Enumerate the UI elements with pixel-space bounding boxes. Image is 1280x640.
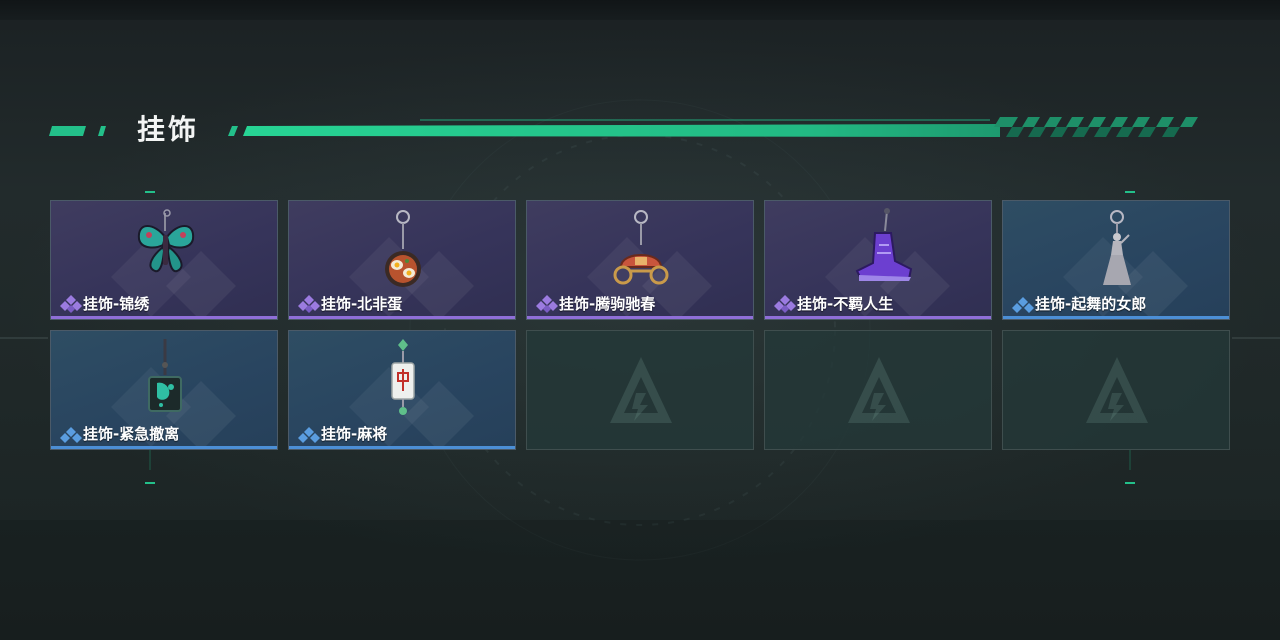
rarity-blue-icon bbox=[60, 427, 82, 443]
item-card-jinxiu[interactable]: 挂饰-锦绣 bbox=[50, 200, 278, 320]
frame-mark-bottom-right bbox=[1125, 482, 1135, 484]
frame-mark-top-right bbox=[1125, 191, 1135, 193]
empty-slot bbox=[764, 330, 992, 450]
item-label: 挂饰-腾驹驰春 bbox=[559, 295, 656, 313]
carriage-charm-icon bbox=[613, 210, 669, 285]
butterfly-charm-icon bbox=[137, 209, 195, 273]
item-label: 挂饰-起舞的女郎 bbox=[1035, 295, 1147, 313]
item-label: 挂饰-紧急撤离 bbox=[83, 425, 180, 443]
rarity-purple-icon bbox=[60, 295, 82, 313]
item-label: 挂饰-北非蛋 bbox=[321, 295, 403, 313]
rarity-purple-icon bbox=[298, 295, 320, 313]
rarity-underline bbox=[51, 446, 277, 449]
item-card-qiwudenvlang[interactable]: 挂饰-起舞的女郎 bbox=[1002, 200, 1230, 320]
empty-slot bbox=[1002, 330, 1230, 450]
rarity-underline bbox=[51, 316, 277, 319]
rarity-underline bbox=[289, 316, 515, 319]
game-logo-placeholder-icon bbox=[848, 357, 910, 423]
item-label: 挂饰-锦绣 bbox=[83, 295, 150, 313]
rarity-underline bbox=[1003, 316, 1229, 319]
item-card-tengjuchichun[interactable]: 挂饰-腾驹驰春 bbox=[526, 200, 754, 320]
section-header-bar bbox=[49, 117, 1198, 137]
item-label: 挂饰-不羁人生 bbox=[797, 295, 894, 313]
item-card-bujirensheng[interactable]: 挂饰-不羁人生 bbox=[764, 200, 992, 320]
empty-slot bbox=[526, 330, 754, 450]
shakshuka-pan-charm-icon bbox=[385, 210, 421, 287]
item-card-beifeidan[interactable]: 挂饰-北非蛋 bbox=[288, 200, 516, 320]
rarity-underline bbox=[527, 316, 753, 319]
rarity-purple-icon bbox=[536, 295, 558, 313]
item-card-majiang[interactable]: 挂饰-麻将 bbox=[288, 330, 516, 450]
sneaker-charm-icon bbox=[855, 208, 913, 281]
rarity-underline bbox=[289, 446, 515, 449]
rarity-purple-icon bbox=[774, 295, 796, 313]
dancer-figurine-charm-icon bbox=[1103, 210, 1131, 285]
item-card-jinjichelí[interactable]: 挂饰-紧急撤离 bbox=[50, 330, 278, 450]
item-label: 挂饰-麻将 bbox=[321, 425, 388, 443]
frame-mark-bottom-left bbox=[145, 482, 155, 484]
rarity-underline bbox=[765, 316, 991, 319]
rarity-blue-icon bbox=[1012, 297, 1034, 313]
teal-tag-charm-icon bbox=[148, 339, 182, 412]
game-logo-placeholder-icon bbox=[610, 357, 672, 423]
rarity-blue-icon bbox=[298, 427, 320, 443]
game-logo-placeholder-icon bbox=[1086, 357, 1148, 423]
frame-mark-top-left bbox=[145, 191, 155, 193]
mahjong-tile-charm-icon bbox=[391, 339, 415, 415]
section-title: 挂饰 bbox=[137, 113, 200, 146]
